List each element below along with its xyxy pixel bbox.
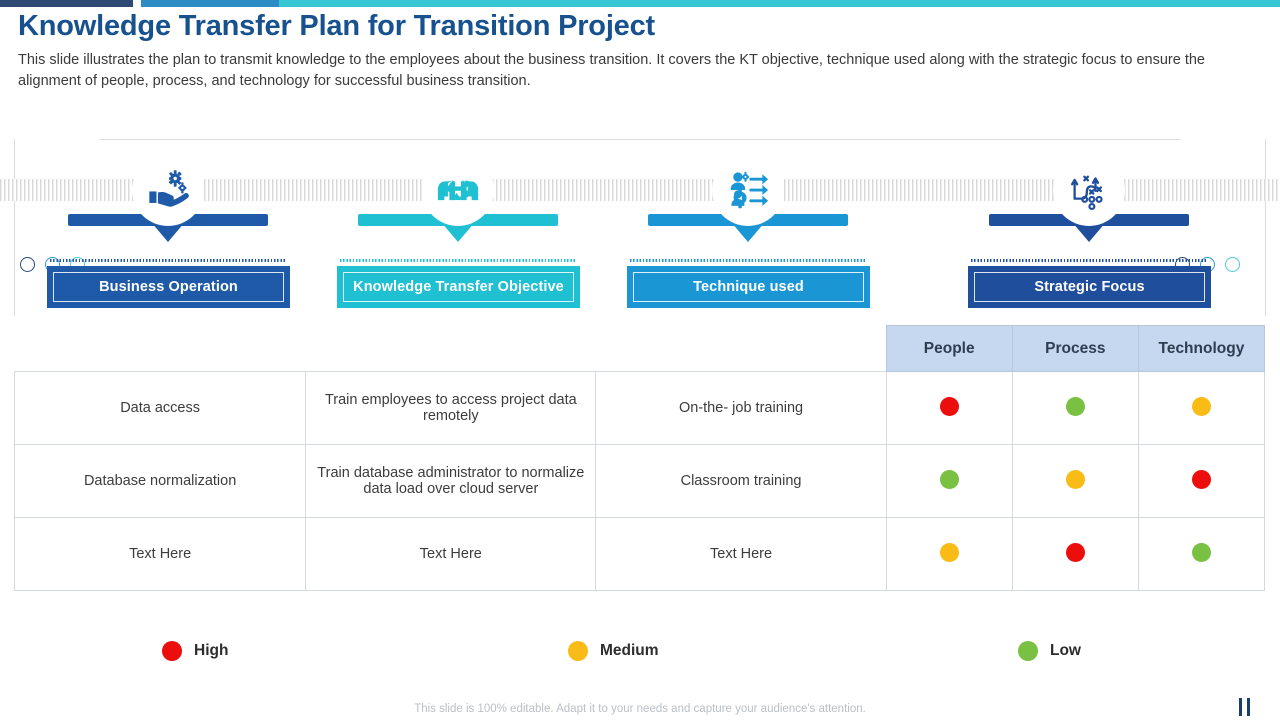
pillar-label-box[interactable]: Knowledge Transfer Objective	[337, 266, 580, 308]
cell-process-status	[1011, 371, 1139, 445]
cell-people-status	[885, 517, 1013, 591]
cell-technique: Classroom training	[595, 444, 887, 518]
hand-gears-icon	[132, 154, 204, 226]
guide-line-right	[1265, 139, 1266, 316]
cell-topic: Database normalization	[13, 444, 307, 518]
cell-technology-status	[1137, 371, 1266, 445]
status-dot-high	[939, 396, 959, 416]
pillars-section: Business Operation Knowledge Transfer Ob…	[0, 126, 1280, 316]
cell-process-status	[1011, 444, 1139, 518]
legend-label-medium: Medium	[600, 642, 659, 659]
slide-header: Knowledge Transfer Plan for Transition P…	[18, 9, 1258, 92]
cell-technique: On-the- job training	[595, 371, 887, 445]
knowledge-transfer-matrix: People Process Technology Data access Tr…	[13, 325, 1266, 591]
cell-technology-status	[1137, 517, 1266, 591]
page-title: Knowledge Transfer Plan for Transition P…	[18, 10, 655, 42]
cell-objective: Train employees to access project data r…	[305, 371, 597, 445]
page-subtitle: This slide illustrates the plan to trans…	[18, 51, 1205, 89]
table-row: Data access Train employees to access pr…	[13, 371, 1266, 445]
legend-item-high: High	[162, 641, 228, 661]
pillar-label: Technique used	[633, 272, 864, 302]
top-accent-bar-navy	[0, 0, 133, 7]
cell-objective: Text Here	[305, 517, 597, 591]
cell-technology-status	[1137, 444, 1266, 518]
footer-marker	[1239, 698, 1250, 716]
guide-line-left	[14, 139, 15, 316]
ring-cyan-icon	[1225, 257, 1240, 272]
pillar-dotted-line	[971, 259, 1207, 262]
legend-item-low: Low	[1018, 641, 1081, 661]
table-row: Database normalization Train database ad…	[13, 444, 1266, 518]
matrix-table: People Process Technology Data access Tr…	[13, 325, 1266, 591]
cell-topic: Data access	[13, 371, 307, 445]
pillar-dotted-line	[340, 259, 576, 262]
status-dot-medium	[1191, 396, 1211, 416]
pillar-dotted-line	[630, 259, 866, 262]
cell-people-status	[885, 371, 1013, 445]
legend-dot-medium-icon	[568, 641, 588, 661]
header-objective	[305, 325, 596, 372]
footer-mark-bar	[1247, 698, 1250, 716]
status-dot-low	[1191, 542, 1211, 562]
pillar-label: Business Operation	[53, 272, 284, 302]
cell-process-status	[1011, 517, 1139, 591]
strategy-playbook-icon	[1053, 154, 1125, 226]
footer-mark-bar	[1239, 698, 1242, 716]
legend-dot-high-icon	[162, 641, 182, 661]
top-accent-bar-blue	[141, 0, 279, 7]
guide-line-top	[100, 139, 1180, 140]
two-heads-gear-icon	[422, 154, 494, 226]
header-process: Process	[1011, 325, 1139, 372]
person-gear-arrows-icon	[712, 154, 784, 226]
top-accent-bar-cyan	[279, 0, 1280, 7]
top-accent-gap	[133, 0, 141, 7]
legend-item-medium: Medium	[568, 641, 659, 661]
legend-label-low: Low	[1050, 642, 1081, 659]
top-accent-bars	[0, 0, 1280, 7]
legend-dot-low-icon	[1018, 641, 1038, 661]
header-topic	[14, 325, 306, 372]
header-technology: Technology	[1137, 325, 1266, 372]
cell-topic: Text Here	[13, 517, 307, 591]
pillar-label: Knowledge Transfer Objective	[343, 272, 574, 302]
header-technique	[595, 325, 887, 372]
cell-objective: Train database administrator to normaliz…	[305, 444, 597, 518]
pillar-dotted-line	[50, 259, 286, 262]
table-header-row: People Process Technology	[14, 325, 1266, 372]
status-dot-medium	[939, 542, 959, 562]
ring-navy-icon	[20, 257, 35, 272]
pillar-label-box[interactable]: Business Operation	[47, 266, 290, 308]
table-row: Text Here Text Here Text Here	[13, 517, 1266, 591]
footer-note: This slide is 100% editable. Adapt it to…	[414, 703, 866, 715]
pillar-label: Strategic Focus	[974, 272, 1205, 302]
legend-label-high: High	[194, 642, 229, 659]
status-dot-medium	[1065, 469, 1085, 489]
pillar-label-box[interactable]: Strategic Focus	[968, 266, 1211, 308]
status-dot-low	[1065, 396, 1085, 416]
status-dot-high	[1191, 469, 1211, 489]
status-dot-low	[939, 469, 959, 489]
cell-people-status	[885, 444, 1013, 518]
cell-technique: Text Here	[595, 517, 887, 591]
pillar-label-box[interactable]: Technique used	[627, 266, 870, 308]
legend: High Medium Low	[0, 641, 1280, 669]
status-dot-high	[1065, 542, 1085, 562]
header-people: People	[885, 325, 1013, 372]
